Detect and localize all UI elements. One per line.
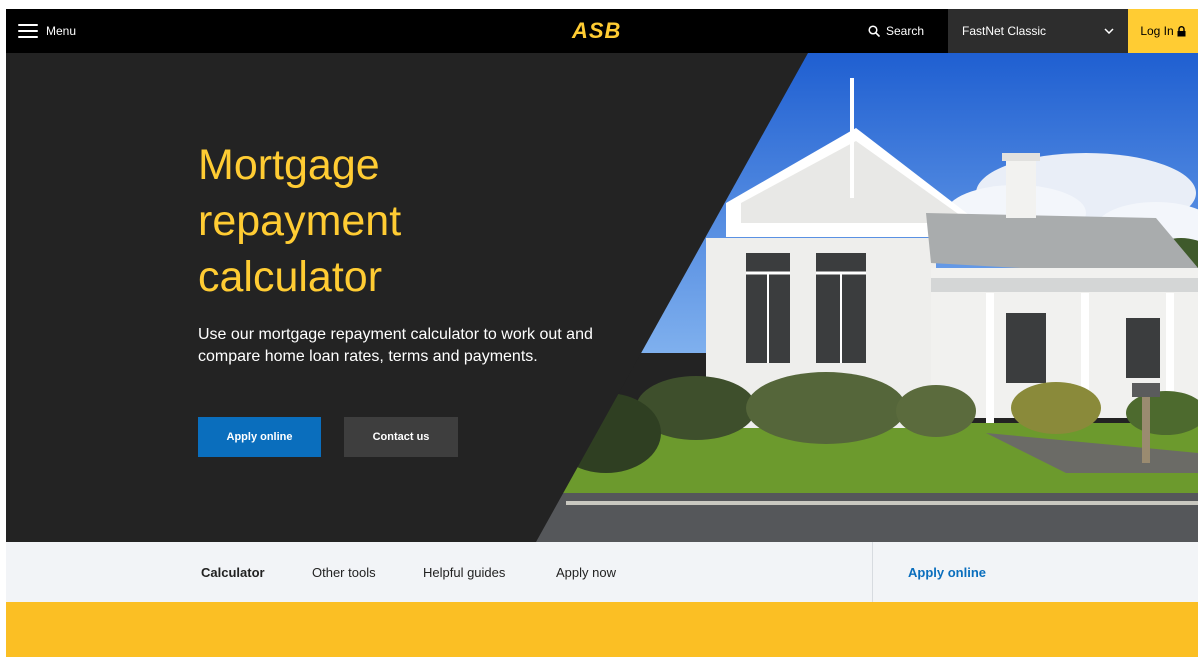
search-label: Search [886,24,925,38]
section-subnav: Calculator Other tools Helpful guides Ap… [6,542,1198,602]
subnav-item-helpful-guides[interactable]: Helpful guides [423,542,505,602]
subnav-divider [872,542,873,602]
contact-us-button[interactable]: Contact us [344,417,458,457]
subnav-item-calculator[interactable]: Calculator [201,542,265,602]
hero-description: Use our mortgage repayment calculator to… [198,326,593,365]
menu-button[interactable]: Menu [18,9,76,53]
hero-title-line: calculator [198,253,383,301]
hero-title-line: repayment [198,197,402,245]
hero-title: Mortgage repayment calculator [198,137,618,305]
search-icon [868,25,880,37]
apply-online-button[interactable]: Apply online [198,417,321,457]
subnav-apply-online-link[interactable]: Apply online [908,542,986,602]
menu-label: Menu [46,24,77,38]
page-frame: Menu ASB Search FastNet Classic Log In M… [6,9,1198,657]
login-button[interactable]: Log In [1128,9,1198,53]
hero-section: Mortgage repayment calculator Use our mo… [6,53,1198,542]
subnav-item-other-tools[interactable]: Other tools [312,542,376,602]
lock-icon [1177,25,1186,36]
chevron-down-icon [1104,28,1114,34]
yellow-band [6,602,1198,657]
hero-title-line: Mortgage [198,141,380,189]
search-button[interactable]: Search [868,9,924,53]
fastnet-selector-label: FastNet Classic [962,24,1047,38]
hamburger-icon [18,24,38,38]
fastnet-selector[interactable]: FastNet Classic [948,9,1128,53]
login-label: Log In [1140,24,1174,38]
subnav-item-apply-now[interactable]: Apply now [556,542,616,602]
top-navigation-bar: Menu ASB Search FastNet Classic Log In [6,9,1198,53]
asb-logo[interactable]: ASB [572,18,621,43]
